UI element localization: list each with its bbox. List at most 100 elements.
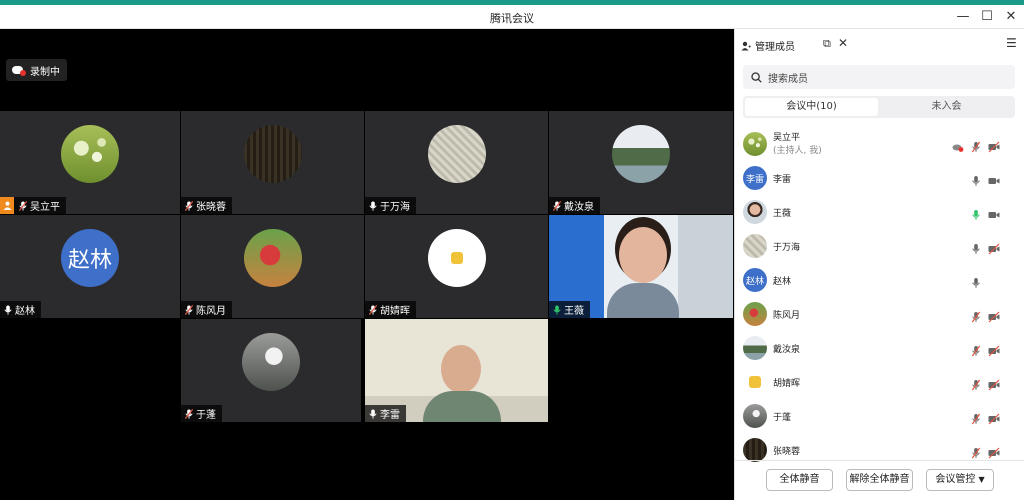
mic-muted-icon bbox=[553, 200, 561, 211]
member-name: 赵林 bbox=[773, 277, 792, 287]
member-row[interactable]: 戴汝泉 bbox=[735, 331, 1024, 365]
mic-icon[interactable] bbox=[970, 240, 982, 254]
participant-name: 于蓬 bbox=[196, 410, 216, 421]
participant-nametag: 吴立平 bbox=[0, 197, 66, 214]
member-row[interactable]: 陈风月 bbox=[735, 297, 1024, 331]
participant-name: 李雷 bbox=[380, 410, 400, 421]
participant-nametag: 王薇 bbox=[549, 301, 590, 318]
video-tile[interactable]: 胡婧晖 bbox=[365, 215, 548, 318]
member-avatar bbox=[743, 132, 767, 156]
mic-icon bbox=[369, 409, 377, 419]
video-tile[interactable]: 李雷 bbox=[365, 319, 548, 422]
avatar bbox=[61, 125, 119, 184]
member-tabs: 会议中(10) 未入会 bbox=[743, 96, 1015, 118]
video-tile[interactable]: 戴汝泉 bbox=[549, 111, 733, 214]
mic-muted-icon[interactable] bbox=[970, 376, 982, 391]
mic-muted-icon[interactable] bbox=[970, 444, 982, 459]
mute-all-button[interactable]: 全体静音 bbox=[766, 469, 833, 491]
participant-name: 张晓蓉 bbox=[196, 202, 226, 213]
member-row[interactable]: 李雷 李雷 bbox=[735, 161, 1024, 195]
menu-icon[interactable]: ☰ bbox=[1006, 36, 1017, 50]
participant-nametag: 于万海 bbox=[365, 197, 416, 214]
avatar: 赵林 bbox=[61, 229, 119, 288]
mic-muted-icon[interactable] bbox=[970, 410, 982, 425]
video-tile[interactable]: 于万海 bbox=[365, 111, 548, 214]
tab-in-meeting[interactable]: 会议中(10) bbox=[745, 98, 878, 116]
member-name: 胡婧晖 bbox=[773, 379, 801, 389]
search-input[interactable]: 搜索成员 bbox=[743, 65, 1015, 89]
title-bar: 腾讯会议 — ☐ ✕ bbox=[0, 5, 1024, 29]
member-avatar: 李雷 bbox=[743, 166, 767, 190]
camera-off-icon[interactable] bbox=[988, 342, 1000, 357]
member-avatar bbox=[743, 438, 767, 462]
mic-muted-icon bbox=[185, 408, 193, 419]
camera-icon[interactable] bbox=[988, 206, 1000, 218]
camera-off-icon[interactable] bbox=[988, 240, 1000, 255]
participant-name: 赵林 bbox=[15, 306, 35, 317]
mic-muted-icon[interactable] bbox=[970, 342, 982, 357]
member-name: 吴立平 bbox=[773, 133, 801, 143]
mic-icon[interactable] bbox=[970, 172, 982, 186]
recording-indicator[interactable]: 录制中 bbox=[6, 59, 67, 81]
mic-icon[interactable] bbox=[970, 274, 982, 288]
mic-muted-icon[interactable] bbox=[970, 308, 982, 323]
minimize-icon[interactable]: — bbox=[953, 8, 973, 26]
camera-icon[interactable] bbox=[988, 172, 1000, 184]
avatar bbox=[612, 125, 670, 184]
participant-nametag: 戴汝泉 bbox=[549, 197, 600, 214]
participant-nametag: 赵林 bbox=[0, 301, 41, 318]
member-row[interactable]: 于万海 bbox=[735, 229, 1024, 263]
video-tile[interactable]: 于蓬 bbox=[181, 319, 361, 422]
participant-nametag: 于蓬 bbox=[181, 405, 222, 422]
avatar bbox=[427, 229, 486, 288]
participant-name: 陈风月 bbox=[196, 306, 226, 317]
member-name: 张晓蓉 bbox=[773, 447, 801, 457]
member-row[interactable]: 于蓬 bbox=[735, 399, 1024, 433]
member-avatar: 赵林 bbox=[743, 268, 767, 292]
tab-not-joined[interactable]: 未入会 bbox=[880, 98, 1013, 116]
window-title: 腾讯会议 bbox=[490, 12, 534, 25]
member-name: 于蓬 bbox=[773, 413, 792, 423]
mic-icon[interactable] bbox=[970, 206, 982, 220]
mic-muted-icon bbox=[19, 200, 27, 211]
camera-off-icon[interactable] bbox=[988, 444, 1000, 459]
camera-off-icon[interactable] bbox=[988, 376, 1000, 391]
search-icon bbox=[751, 71, 762, 83]
maximize-icon[interactable]: ☐ bbox=[977, 8, 997, 26]
popout-icon[interactable]: ⧉ bbox=[823, 37, 831, 51]
avatar bbox=[243, 125, 302, 184]
panel-close-icon[interactable]: ✕ bbox=[838, 36, 848, 50]
mic-muted-icon bbox=[369, 304, 377, 315]
unmute-all-button[interactable]: 解除全体静音 bbox=[846, 469, 913, 491]
participant-name: 胡婧晖 bbox=[380, 306, 410, 317]
camera-off-icon[interactable] bbox=[988, 138, 1000, 153]
member-avatar bbox=[743, 404, 767, 428]
camera-off-icon[interactable] bbox=[988, 410, 1000, 425]
video-tile[interactable]: 陈风月 bbox=[181, 215, 364, 318]
close-icon[interactable]: ✕ bbox=[1001, 8, 1021, 26]
member-row[interactable]: 吴立平 (主持人, 我) bbox=[735, 127, 1024, 161]
member-avatar bbox=[743, 336, 767, 360]
member-avatar bbox=[743, 370, 767, 394]
member-row[interactable]: 胡婧晖 bbox=[735, 365, 1024, 399]
video-tile[interactable]: 赵林 赵林 bbox=[0, 215, 180, 318]
search-placeholder: 搜索成员 bbox=[768, 73, 808, 85]
camera-off-icon[interactable] bbox=[988, 308, 1000, 323]
participant-nametag: 胡婧晖 bbox=[365, 301, 416, 318]
member-role: (主持人, 我) bbox=[773, 146, 822, 156]
member-avatar bbox=[743, 234, 767, 258]
members-icon bbox=[741, 41, 751, 50]
member-name: 戴汝泉 bbox=[773, 345, 801, 355]
video-tile[interactable]: 张晓蓉 bbox=[181, 111, 364, 214]
meeting-control-button[interactable]: 会议管控 ▼ bbox=[926, 469, 994, 491]
recording-label: 录制中 bbox=[30, 66, 60, 78]
member-row[interactable]: 赵林 赵林 bbox=[735, 263, 1024, 297]
avatar bbox=[427, 125, 486, 184]
mic-muted-icon[interactable] bbox=[970, 138, 982, 153]
mic-muted-icon bbox=[185, 304, 193, 315]
video-tile[interactable]: 吴立平 bbox=[0, 111, 180, 214]
panel-footer: 全体静音 解除全体静音 会议管控 ▼ bbox=[735, 460, 1024, 500]
member-row[interactable]: 王薇 bbox=[735, 195, 1024, 229]
video-tile[interactable]: 王薇 bbox=[549, 215, 733, 318]
participant-name: 戴汝泉 bbox=[564, 202, 594, 213]
